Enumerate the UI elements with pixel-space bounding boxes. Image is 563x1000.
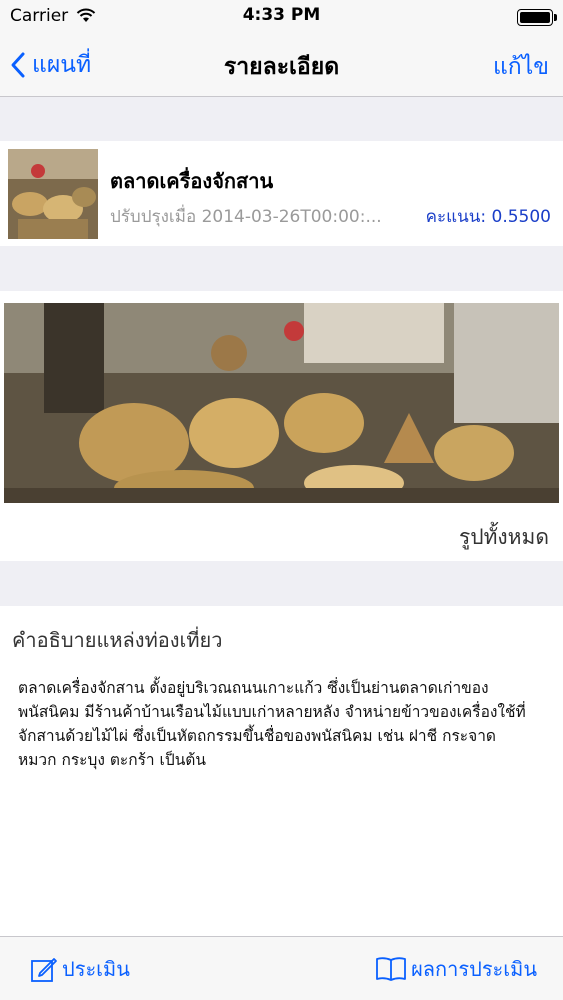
description-heading: คำอธิบายแหล่งท่องเที่ยว [12, 628, 223, 652]
compose-icon [31, 958, 57, 982]
all-photos-link[interactable]: รูปทั้งหมด [459, 521, 549, 554]
results-label: ผลการประเมิน [411, 957, 537, 981]
description-text: ตลาดเครื่องจักสาน ตั้งอยู่บริเวณถนนเกาะแ… [18, 679, 526, 769]
updated-timestamp: ปรับปรุงเมื่อ 2014-03-26T00:00:... [110, 207, 382, 227]
battery-icon [517, 9, 557, 26]
book-icon [376, 957, 406, 981]
score-label: คะแนน: 0.5500 [425, 207, 551, 227]
status-bar: Carrier 4:33 PM [0, 0, 563, 34]
bottom-toolbar: ประเมิน ผลการประเมิน [0, 936, 563, 1000]
place-summary-cell[interactable]: ตลาดเครื่องจักสาน ปรับปรุงเมื่อ 2014-03-… [0, 141, 563, 246]
rate-label: ประเมิน [62, 957, 130, 981]
rate-button[interactable]: ประเมิน [30, 953, 130, 985]
description-cell: คำอธิบายแหล่งท่องเที่ยว ตลาดเครื่องจักสา… [0, 606, 563, 936]
page-title: รายละเอียด [223, 54, 340, 80]
place-name: ตลาดเครื่องจักสาน [110, 169, 274, 193]
navigation-bar: แผนที่ รายละเอียด แก้ไข [0, 34, 563, 97]
results-button[interactable]: ผลการประเมิน [375, 953, 537, 985]
photo-cell: รูปทั้งหมด [0, 291, 563, 561]
clock: 4:33 PM [242, 5, 321, 25]
place-thumbnail [8, 149, 98, 239]
place-photo[interactable] [4, 303, 559, 503]
edit-button[interactable]: แก้ไข [493, 49, 549, 85]
